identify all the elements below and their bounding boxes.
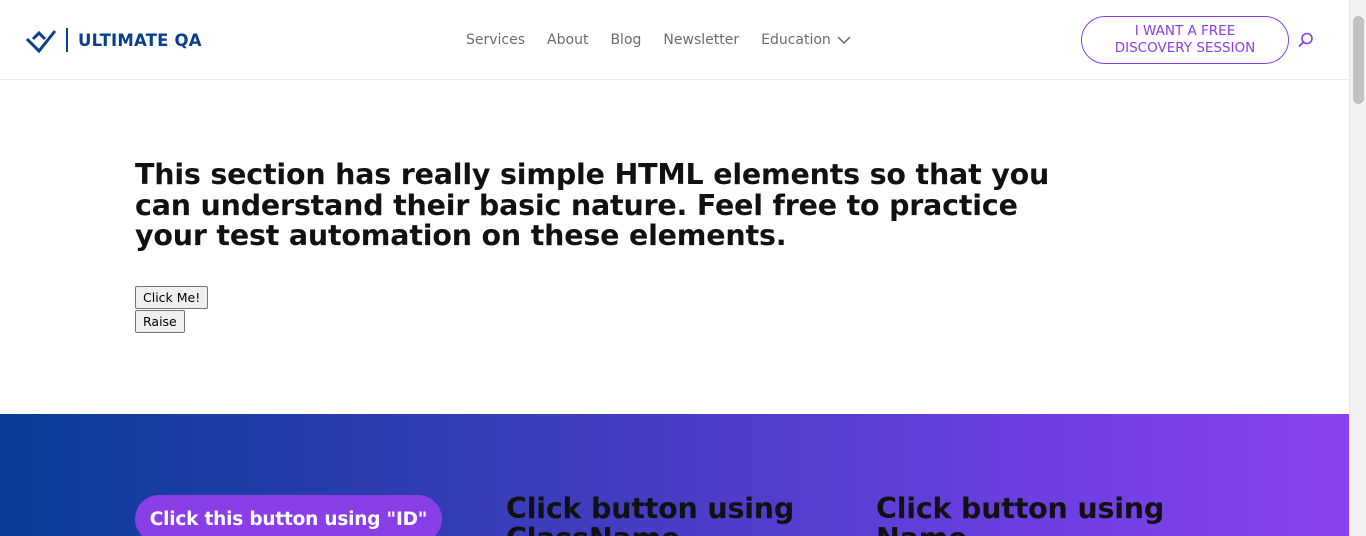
scrollbar-thumb[interactable] (1353, 16, 1364, 104)
click-me-button[interactable]: Click Me! (135, 286, 209, 309)
site-header: ULTIMATE QA Services About Blog Newslett… (0, 0, 1349, 80)
nav-item-blog[interactable]: Blog (610, 32, 641, 48)
name-section-title: Click button using Name (876, 492, 1165, 536)
search-icon[interactable] (1298, 32, 1314, 48)
page-viewport: ULTIMATE QA Services About Blog Newslett… (0, 0, 1349, 536)
intro-heading: This section has really simple HTML elem… (135, 158, 1050, 252)
logo-text: ULTIMATE QA (78, 30, 202, 50)
ultimate-qa-logo[interactable]: ULTIMATE QA (25, 24, 202, 56)
nav-item-newsletter[interactable]: Newsletter (663, 32, 739, 48)
classname-section-title: Click button using ClassName (506, 492, 795, 536)
logo-divider (66, 28, 68, 52)
free-discovery-session-button[interactable]: I WANT A FREE DISCOVERY SESSION (1081, 16, 1289, 64)
page-scrollbar[interactable] (1349, 0, 1366, 536)
checkmark-logo-icon (25, 30, 57, 54)
chevron-down-icon (837, 35, 851, 44)
main-nav: Services About Blog Newsletter Education (466, 30, 851, 50)
id-button[interactable]: Click this button using "ID" (135, 495, 442, 536)
nav-item-education-label: Education (761, 32, 831, 48)
nav-item-about[interactable]: About (547, 32, 588, 48)
nav-item-services[interactable]: Services (466, 32, 525, 48)
nav-item-education[interactable]: Education (761, 32, 851, 48)
cta-line-1: I WANT A FREE (1134, 23, 1236, 39)
cta-line-2: DISCOVERY SESSION (1114, 40, 1256, 56)
raise-button[interactable]: Raise (135, 310, 185, 333)
